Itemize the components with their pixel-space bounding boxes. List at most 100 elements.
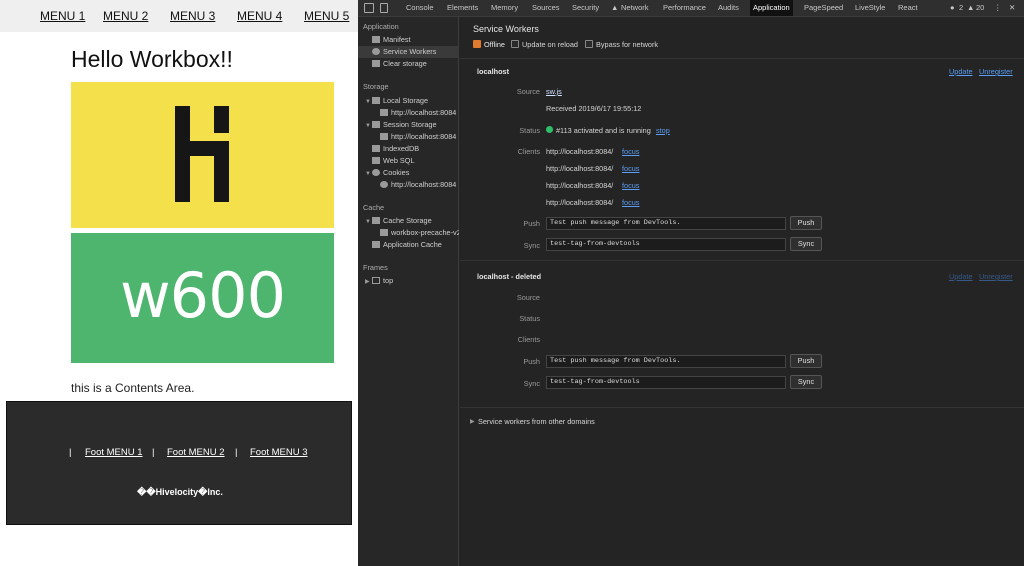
- unregister-link-disabled: Unregister: [979, 272, 1013, 281]
- cookie-icon: [380, 181, 388, 188]
- sidebar-item-local-storage-origin[interactable]: http://localhost:8084: [358, 107, 459, 119]
- tab-application[interactable]: Application: [750, 0, 793, 16]
- database-icon: [372, 145, 380, 152]
- menu-link-5[interactable]: MENU 5: [304, 9, 349, 23]
- sidebar-item-frame-top[interactable]: ▶ top: [358, 275, 459, 287]
- sidebar-item-manifest[interactable]: Manifest: [358, 34, 459, 46]
- expand-triangle-icon[interactable]: ▼: [365, 96, 372, 107]
- received-time: Received 2019/6/17 19:55:12: [546, 104, 642, 113]
- menu-link-1[interactable]: MENU 1: [40, 9, 85, 23]
- tab-network[interactable]: Network: [621, 0, 649, 16]
- worker-origin: localhost: [477, 67, 510, 76]
- update-link[interactable]: Update: [949, 67, 973, 76]
- warning-count[interactable]: 20: [976, 0, 984, 16]
- bypass-network-label: Bypass for network: [596, 40, 659, 49]
- push-button[interactable]: Push: [790, 354, 822, 368]
- tab-react[interactable]: React: [898, 0, 918, 16]
- sidebar-item-cookies[interactable]: ▼ Cookies: [358, 167, 459, 179]
- push-label: Push: [523, 219, 540, 228]
- sidebar-item-cache-entry[interactable]: workbox-precache-v2: [358, 227, 459, 239]
- error-count[interactable]: 2: [959, 0, 963, 16]
- tab-security[interactable]: Security: [572, 0, 599, 16]
- push-label: Push: [523, 357, 540, 366]
- client-url: http://localhost:8084/: [546, 198, 614, 207]
- section-application: Application: [363, 22, 399, 31]
- sidebar-item-service-workers[interactable]: Service Workers: [358, 46, 459, 58]
- menu-link-4[interactable]: MENU 4: [237, 9, 282, 23]
- focus-link[interactable]: focus: [622, 147, 639, 156]
- screen: MENU 1 MENU 2 MENU 3 MENU 4 MENU 5 Hello…: [0, 0, 1024, 566]
- sidebar-item-label: Session Storage: [383, 120, 437, 129]
- sync-button[interactable]: Sync: [790, 237, 822, 251]
- bypass-network-checkbox[interactable]: [585, 40, 593, 48]
- offline-checkbox[interactable]: [473, 40, 481, 48]
- expand-triangle-icon[interactable]: ▶: [470, 418, 475, 425]
- status-label: Status: [519, 126, 540, 135]
- menu-link-3[interactable]: MENU 3: [170, 9, 215, 23]
- expand-triangle-icon[interactable]: ▼: [365, 168, 372, 179]
- sidebar-item-cache-storage[interactable]: ▼ Cache Storage: [358, 215, 459, 227]
- sync-tag-input[interactable]: test-tag-from-devtools: [546, 376, 786, 389]
- sidebar-item-session-storage[interactable]: ▼ Session Storage: [358, 119, 459, 131]
- sidebar-item-label: workbox-precache-v2: [391, 228, 459, 237]
- warning-icon: ▲: [611, 3, 619, 12]
- focus-link[interactable]: focus: [622, 181, 639, 190]
- tab-sources[interactable]: Sources: [532, 0, 560, 16]
- tab-console[interactable]: Console: [406, 0, 434, 16]
- clients-label: Clients: [517, 147, 540, 156]
- logo-bar-left: [175, 106, 190, 202]
- sidebar-item-clear-storage[interactable]: Clear storage: [358, 58, 459, 70]
- sync-tag-input[interactable]: test-tag-from-devtools: [546, 238, 786, 251]
- inspect-element-icon[interactable]: [364, 3, 374, 13]
- page-heading: Hello Workbox!!: [71, 46, 233, 72]
- tab-memory[interactable]: Memory: [491, 0, 518, 16]
- sidebar-item-label: Manifest: [383, 35, 411, 44]
- collapsed-triangle-icon[interactable]: ▶: [365, 276, 372, 287]
- sidebar-item-local-storage[interactable]: ▼ Local Storage: [358, 95, 459, 107]
- footer-link-3[interactable]: Foot MENU 3: [250, 447, 308, 458]
- push-message-input[interactable]: Test push message from DevTools.: [546, 217, 786, 230]
- tab-livestyle[interactable]: LiveStyle: [855, 0, 885, 16]
- update-link-disabled: Update: [949, 272, 973, 281]
- top-menu-bar: MENU 1 MENU 2 MENU 3 MENU 4 MENU 5: [0, 0, 358, 32]
- other-domains-toggle[interactable]: Service workers from other domains: [478, 417, 595, 426]
- client-url: http://localhost:8084/: [546, 181, 614, 190]
- tab-pagespeed[interactable]: PageSpeed: [804, 0, 843, 16]
- logo-bar-top-right: [214, 106, 229, 133]
- device-toolbar-icon[interactable]: [380, 3, 388, 13]
- tab-audits[interactable]: Audits: [718, 0, 739, 16]
- footer-separator: |: [152, 447, 155, 458]
- source-label: Source: [516, 293, 540, 302]
- sidebar-item-label: Clear storage: [383, 59, 427, 68]
- tab-elements[interactable]: Elements: [447, 0, 478, 16]
- sync-button[interactable]: Sync: [790, 375, 822, 389]
- tab-performance[interactable]: Performance: [663, 0, 706, 16]
- sidebar-item-session-storage-origin[interactable]: http://localhost:8084: [358, 131, 459, 143]
- update-on-reload-checkbox[interactable]: [511, 40, 519, 48]
- frame-icon: [372, 277, 380, 284]
- focus-link[interactable]: focus: [622, 164, 639, 173]
- sidebar-item-application-cache[interactable]: Application Cache: [358, 239, 459, 251]
- client-url: http://localhost:8084/: [546, 164, 614, 173]
- database-icon: [372, 217, 380, 224]
- push-message-input[interactable]: Test push message from DevTools.: [546, 355, 786, 368]
- more-options-icon[interactable]: ⋮: [994, 0, 1002, 16]
- unregister-link[interactable]: Unregister: [979, 67, 1013, 76]
- footer-link-2[interactable]: Foot MENU 2: [167, 447, 225, 458]
- sidebar-item-websql[interactable]: Web SQL: [358, 155, 459, 167]
- stop-link[interactable]: stop: [656, 126, 670, 135]
- push-button[interactable]: Push: [790, 216, 822, 230]
- focus-link[interactable]: focus: [622, 198, 639, 207]
- expand-triangle-icon[interactable]: ▼: [365, 216, 372, 227]
- source-link[interactable]: sw.js: [546, 87, 562, 96]
- devtools-tab-bar: Console Elements Memory Sources Security…: [358, 0, 1024, 17]
- devtools-panel: Console Elements Memory Sources Security…: [358, 0, 1024, 566]
- menu-link-2[interactable]: MENU 2: [103, 9, 148, 23]
- expand-triangle-icon[interactable]: ▼: [365, 120, 372, 131]
- logo-bar-bottom-right: [214, 141, 229, 202]
- sidebar-item-indexeddb[interactable]: IndexedDB: [358, 143, 459, 155]
- close-icon[interactable]: ✕: [1009, 0, 1015, 16]
- footer-link-1[interactable]: Foot MENU 1: [85, 447, 143, 458]
- sidebar-item-cookies-origin[interactable]: http://localhost:8084: [358, 179, 459, 191]
- w600-banner-image: w600: [71, 233, 334, 363]
